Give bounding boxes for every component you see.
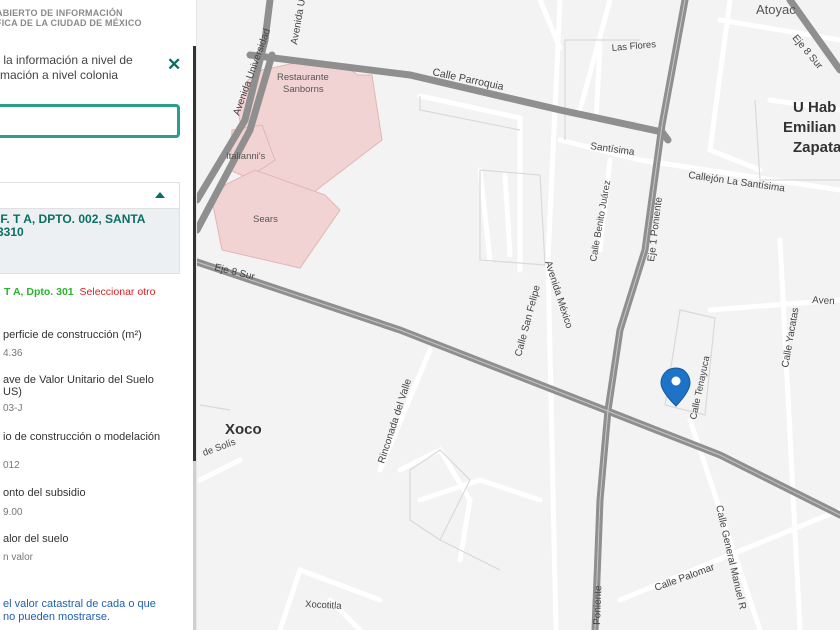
place-label-u-hab-3: Zapata <box>793 139 840 156</box>
place-label-u-hab-1: U Hab <box>793 99 836 116</box>
poi-label-italiannis: Italianni's <box>226 151 266 162</box>
result-address: IF. T A, DPTO. 002, SANTA 3310 <box>0 212 146 239</box>
sub-department-line: T A, Dpto. 301 Seleccionar otro <box>4 286 155 298</box>
footer-note: el valor catastral de cada o que no pued… <box>3 598 156 623</box>
field-label-construction-year: io de construcción o modelación <box>3 431 161 443</box>
place-label-u-hab-2: Emilian <box>783 119 836 136</box>
street-label-eje1-poniente-bottom: Poniente <box>592 585 604 625</box>
gov-title: ABIERTO DE INFORMACIÓN FICA DE LA CIUDAD… <box>0 8 142 28</box>
street-label-xocotitla: Xocotitla <box>305 599 343 612</box>
poi-label-sanborns: Sanborns <box>283 84 324 95</box>
panel-scrollbar[interactable] <box>193 46 196 461</box>
select-other-link[interactable]: Seleccionar otro <box>80 286 156 298</box>
search-input[interactable] <box>0 107 177 135</box>
intro-text: r la información a nivel de rmación a ni… <box>0 53 133 82</box>
field-label-subsidy-amount: onto del subsidio <box>3 487 86 499</box>
panel-scrollbar-track[interactable] <box>193 461 196 630</box>
gov-title-line1: ABIERTO DE INFORMACIÓN <box>0 8 123 18</box>
field-value-subsidy-amount: 9.00 <box>3 507 23 518</box>
search-box[interactable] <box>0 104 180 138</box>
close-icon[interactable]: ✕ <box>167 56 181 73</box>
gov-title-line2: FICA DE LA CIUDAD DE MÉXICO <box>0 18 142 28</box>
field-value-land-value: n valor <box>3 552 34 563</box>
caret-up-icon[interactable] <box>155 192 165 198</box>
field-value-construction-area: 4.36 <box>3 348 23 359</box>
poi-label-sears: Sears <box>253 214 278 225</box>
department-label: T A, Dpto. 301 <box>4 286 74 298</box>
result-card[interactable]: IF. T A, DPTO. 002, SANTA 3310 <box>0 208 180 274</box>
field-label-land-value: alor del suelo <box>3 533 69 545</box>
field-value-construction-year: 012 <box>3 460 20 471</box>
result-header[interactable] <box>0 182 180 208</box>
field-value-land-value-key: 03-J <box>3 403 23 414</box>
field-label-land-value-key: ave de Valor Unitario del Suelo US) <box>3 374 154 398</box>
poi-label-restaurante: Restaurante <box>277 72 329 83</box>
info-panel: ABIERTO DE INFORMACIÓN FICA DE LA CIUDAD… <box>0 0 197 630</box>
field-label-construction-area: perficie de construcción (m²) <box>3 329 142 341</box>
street-label-avenida-right: Aven <box>812 295 835 307</box>
place-label-atoyac: Atoyac <box>756 2 796 17</box>
place-label-xoco: Xoco <box>225 421 262 438</box>
panel-header: ABIERTO DE INFORMACIÓN FICA DE LA CIUDAD… <box>0 0 196 46</box>
